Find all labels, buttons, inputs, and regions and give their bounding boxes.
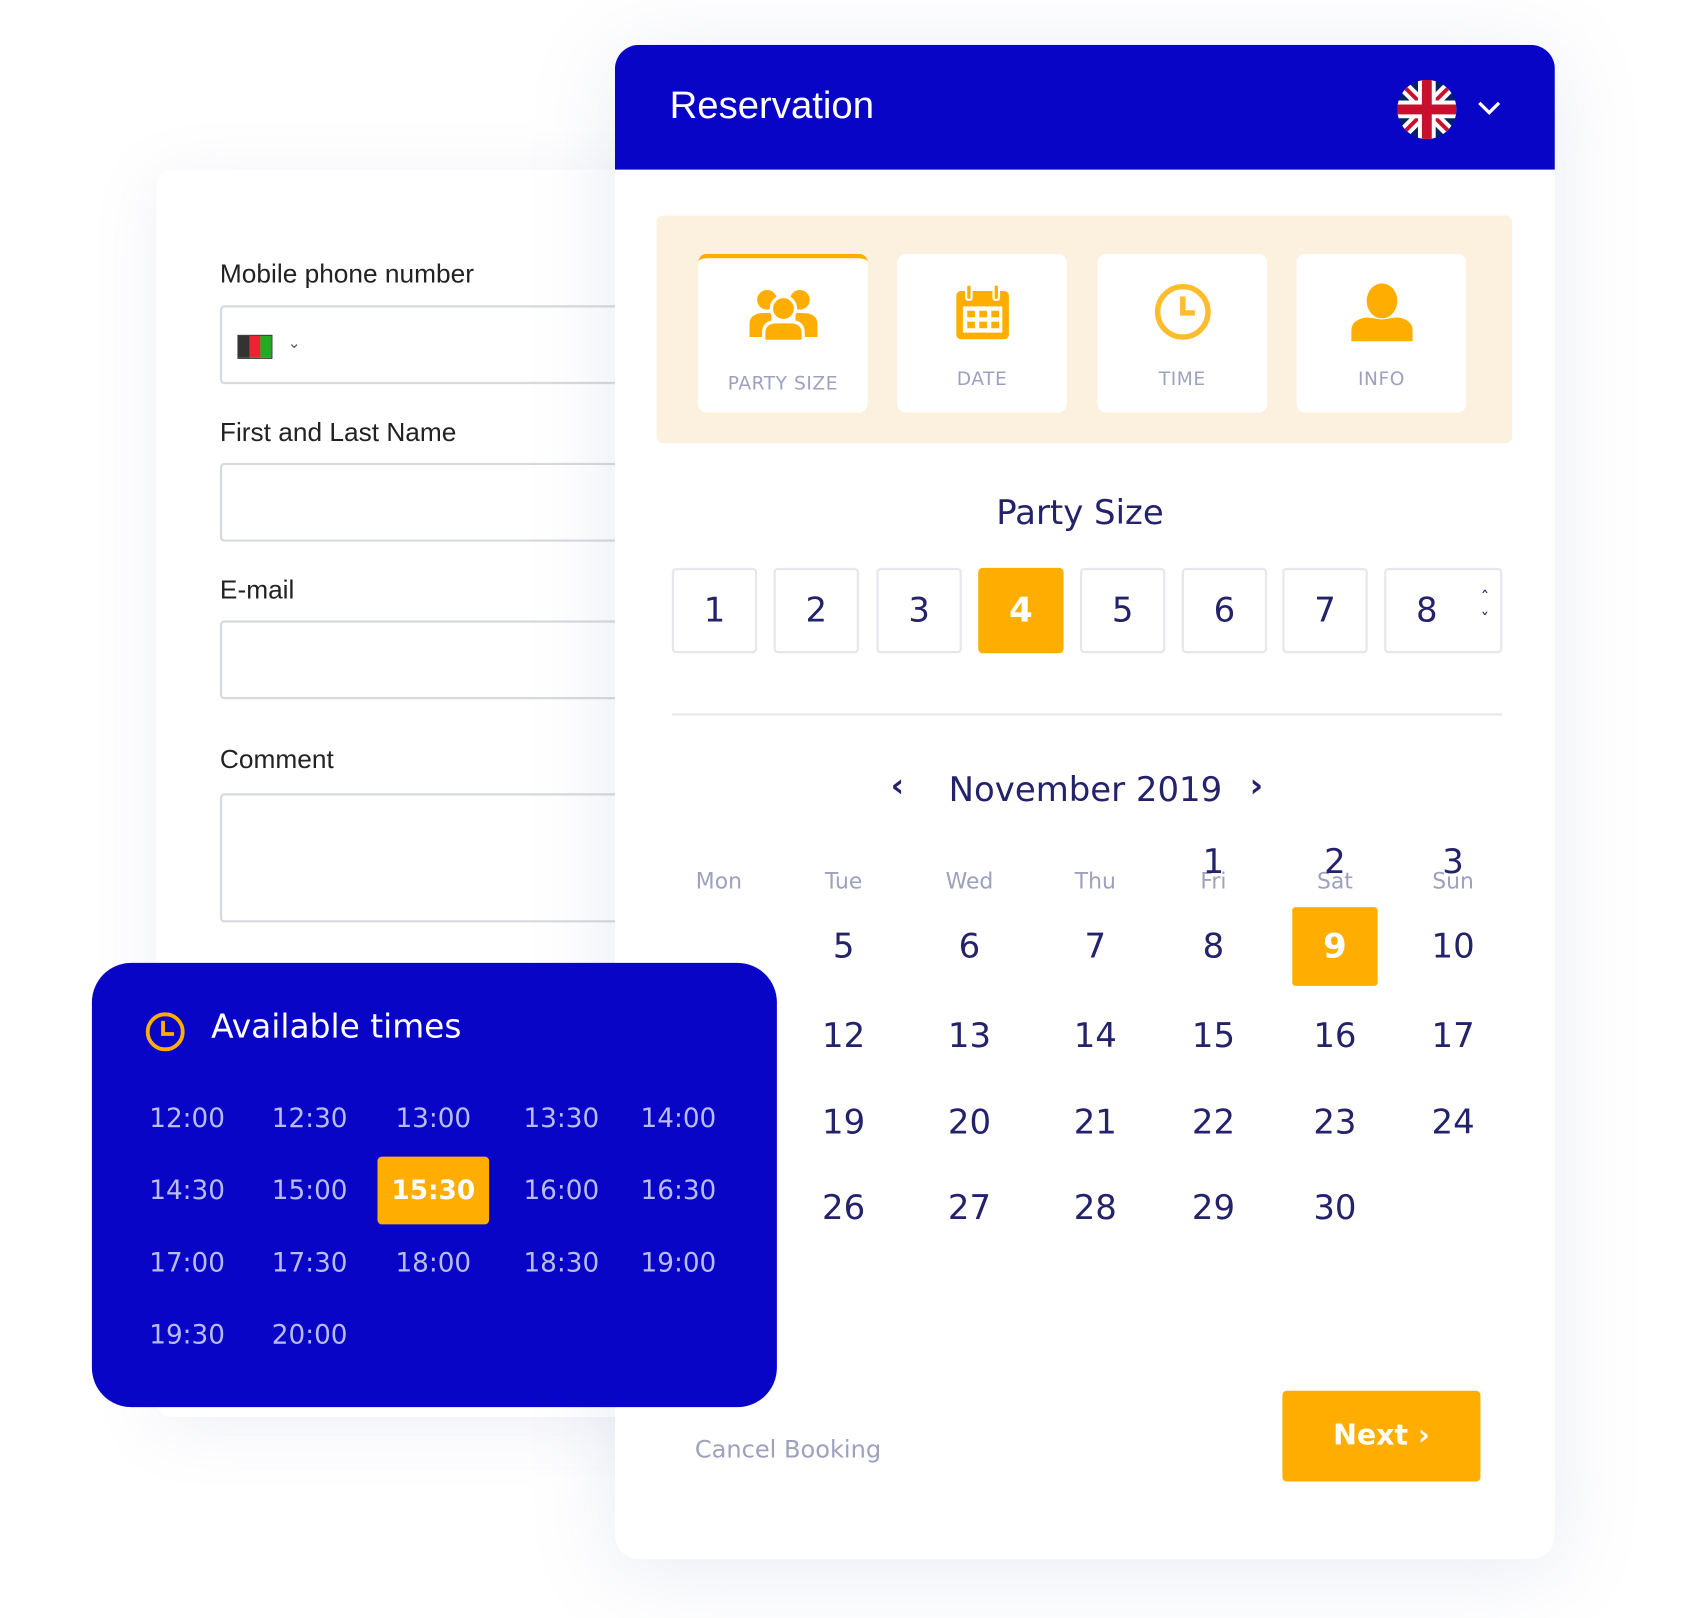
weekday-header: Wed <box>945 867 994 894</box>
party-size-value: 8 <box>1416 590 1438 631</box>
afghanistan-flag-icon <box>237 334 273 359</box>
calendar-day[interactable]: 28 <box>1053 1169 1138 1248</box>
name-label: First and Last Name <box>219 417 457 448</box>
weekday-header: Tue <box>824 867 863 894</box>
time-slot[interactable]: 17:00 <box>131 1229 243 1297</box>
party-size-value: 2 <box>805 590 828 631</box>
calendar-day[interactable]: 20 <box>927 1083 1012 1162</box>
next-button[interactable]: Next › <box>1282 1390 1481 1482</box>
calendar-day[interactable]: 30 <box>1292 1169 1377 1248</box>
page-title: Reservation <box>669 84 875 127</box>
time-slot[interactable]: 14:30 <box>131 1157 243 1225</box>
time-slot[interactable]: 13:00 <box>377 1084 489 1152</box>
time-slot[interactable]: 15:00 <box>254 1157 366 1225</box>
calendar-day[interactable]: 24 <box>1410 1083 1495 1162</box>
phone-label: Mobile phone number <box>219 259 474 289</box>
calendar-day[interactable]: 15 <box>1171 997 1256 1076</box>
calendar-day[interactable]: 9 <box>1292 907 1378 986</box>
time-slot[interactable]: 12:30 <box>254 1084 366 1152</box>
calendar-day[interactable]: 5 <box>801 907 886 986</box>
comment-label: Comment <box>219 745 334 775</box>
step-info[interactable]: INFO <box>1296 253 1467 413</box>
party-size-title: Party Size <box>996 493 1164 533</box>
available-times-panel: Available times 12:00 12:30 13:00 13:30 14:0… <box>91 962 777 1408</box>
calendar-day[interactable]: 27 <box>927 1169 1012 1248</box>
next-month-icon[interactable]: › <box>1250 767 1264 805</box>
step-party-size[interactable]: PARTY SIZE <box>698 253 868 413</box>
calendar-day[interactable]: 1 <box>1171 823 1256 902</box>
calendar-day[interactable]: 12 <box>801 997 886 1076</box>
chevron-right-icon: › <box>1418 1419 1430 1453</box>
calendar-day[interactable]: 3 <box>1410 823 1495 902</box>
weekday-header: Mon <box>695 867 742 894</box>
month-label: November 2019 <box>948 770 1223 810</box>
time-slot[interactable]: 19:00 <box>623 1229 735 1297</box>
header: Reservation <box>614 44 1555 170</box>
party-size-option[interactable]: 8 ˆˇ <box>1384 567 1503 654</box>
calendar-day[interactable]: 14 <box>1053 997 1138 1076</box>
calendar-day[interactable]: 13 <box>927 997 1012 1076</box>
time-slot[interactable]: 14:00 <box>623 1084 735 1152</box>
party-size-value: 4 <box>1009 590 1033 631</box>
group-icon <box>748 289 817 344</box>
time-slot[interactable]: 18:00 <box>377 1229 489 1297</box>
clock-icon <box>1154 283 1211 340</box>
party-size-option[interactable]: 3 <box>876 567 962 654</box>
calendar-day[interactable]: 23 <box>1292 1083 1377 1162</box>
user-icon <box>1350 283 1413 342</box>
calendar-day[interactable]: 2 <box>1292 823 1377 902</box>
step-date[interactable]: DATE <box>897 253 1067 413</box>
step-label: TIME <box>1158 368 1206 391</box>
party-size-option[interactable]: 7 <box>1282 567 1368 654</box>
party-size-value: 1 <box>703 590 726 631</box>
calendar-day[interactable]: 19 <box>801 1083 886 1162</box>
country-selector[interactable]: ⌄ <box>237 334 301 359</box>
calendar-icon <box>955 283 1009 340</box>
time-slot[interactable]: 18:30 <box>506 1229 618 1297</box>
party-size-option[interactable]: 5 <box>1079 567 1166 654</box>
party-size-value: 3 <box>908 590 930 631</box>
calendar-day[interactable]: 10 <box>1410 907 1495 986</box>
time-slot[interactable]: 16:00 <box>506 1157 618 1225</box>
party-size-value: 5 <box>1111 590 1134 631</box>
available-times-title: Available times <box>211 1007 462 1047</box>
time-slot[interactable]: 20:00 <box>254 1301 366 1369</box>
party-size-option[interactable]: 4 <box>978 567 1064 654</box>
weekday-header: Thu <box>1074 867 1116 894</box>
calendar-day[interactable]: 8 <box>1171 907 1256 986</box>
step-tabs: PARTY SIZE DATE TIME INFO <box>656 215 1513 444</box>
time-slot[interactable]: 19:30 <box>131 1301 243 1369</box>
language-chevron-down-icon[interactable] <box>1477 95 1501 122</box>
party-size-option[interactable]: 1 <box>671 567 758 654</box>
calendar-day[interactable]: 21 <box>1053 1083 1138 1162</box>
time-slot[interactable]: 15:30 <box>377 1156 490 1225</box>
calendar-day[interactable]: 17 <box>1410 997 1495 1076</box>
party-size-option[interactable]: 6 <box>1181 567 1268 654</box>
clock-icon <box>145 1012 185 1052</box>
calendar-day[interactable]: 22 <box>1171 1083 1256 1162</box>
uk-flag-icon[interactable] <box>1397 79 1457 139</box>
step-time[interactable]: TIME <box>1097 253 1268 413</box>
party-size-value: 7 <box>1314 590 1336 631</box>
calendar-day[interactable]: 6 <box>927 907 1012 986</box>
party-size-option[interactable]: 2 <box>773 567 859 654</box>
calendar-day[interactable]: 16 <box>1292 997 1377 1076</box>
time-slot[interactable]: 17:30 <box>254 1229 366 1297</box>
calendar-day[interactable]: 29 <box>1171 1169 1256 1248</box>
time-slot[interactable]: 12:00 <box>131 1084 243 1152</box>
step-label: DATE <box>956 368 1008 391</box>
time-slot[interactable]: 16:30 <box>623 1157 735 1225</box>
cancel-booking-link[interactable]: Cancel Booking <box>695 1437 881 1464</box>
email-label: E-mail <box>219 575 295 606</box>
stepper-arrows-icon[interactable]: ˆˇ <box>1480 588 1489 632</box>
divider <box>671 713 1503 716</box>
calendar-day[interactable]: 26 <box>801 1169 886 1248</box>
next-label: Next <box>1333 1419 1409 1453</box>
calendar-day[interactable]: 7 <box>1053 907 1138 986</box>
step-label: INFO <box>1357 368 1405 391</box>
step-label: PARTY SIZE <box>727 373 839 396</box>
chevron-down-icon: ⌄ <box>287 334 301 353</box>
party-size-value: 6 <box>1213 590 1236 631</box>
time-slot[interactable]: 13:30 <box>506 1084 618 1152</box>
